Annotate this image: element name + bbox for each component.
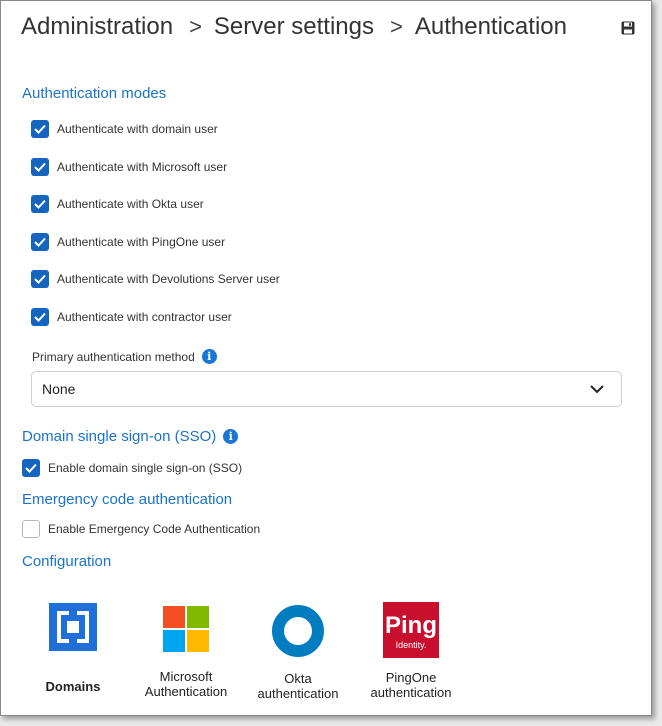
checkbox-checked[interactable] xyxy=(22,459,40,477)
tile-domains-label: Domains xyxy=(45,679,101,694)
auth-mode-row[interactable]: Authenticate with Devolutions Server use… xyxy=(31,270,280,289)
pingone-logo-sub: Identity. xyxy=(395,640,427,650)
checkbox-checked[interactable] xyxy=(31,308,49,326)
auth-mode-row[interactable]: Authenticate with PingOne user xyxy=(31,232,226,251)
tile-microsoft-label: Microsoft Authentication xyxy=(144,669,228,699)
primary-method-value: None xyxy=(42,381,76,397)
authentication-modes-title: Authentication modes xyxy=(22,85,167,102)
auth-mode-label: Authenticate with domain user xyxy=(57,122,218,136)
emergency-title: Emergency code authentication xyxy=(22,491,233,508)
chevron-down-icon xyxy=(590,385,604,394)
tile-okta[interactable]: Okta authentication xyxy=(243,605,353,701)
info-icon[interactable]: i xyxy=(223,429,239,444)
okta-icon xyxy=(272,605,324,657)
chevron-right-icon: > xyxy=(189,14,202,39)
auth-mode-label: Authenticate with PingOne user xyxy=(57,234,226,249)
primary-method-label-text: Primary authentication method xyxy=(32,349,195,364)
checkbox-checked[interactable] xyxy=(31,232,49,251)
microsoft-icon xyxy=(163,606,209,652)
tile-pingone[interactable]: Ping Identity. PingOne authentication xyxy=(356,602,466,700)
sso-title-text: Domain single sign-on (SSO) xyxy=(22,428,217,445)
domains-icon xyxy=(49,603,97,651)
sso-checkbox-row[interactable]: Enable domain single sign-on (SSO) xyxy=(22,459,242,477)
auth-mode-label: Authenticate with contractor user xyxy=(57,310,232,324)
auth-mode-label: Authenticate with Microsoft user xyxy=(57,159,228,174)
save-icon[interactable] xyxy=(621,21,635,35)
breadcrumb-administration[interactable]: Administration xyxy=(21,13,173,41)
sso-title: Domain single sign-on (SSO) i xyxy=(22,428,239,445)
auth-mode-row[interactable]: Authenticate with contractor user xyxy=(31,308,232,326)
sso-checkbox-label: Enable domain single sign-on (SSO) xyxy=(48,461,243,475)
emergency-checkbox-row[interactable]: Enable Emergency Code Authentication xyxy=(22,520,260,538)
checkbox-unchecked[interactable] xyxy=(22,520,40,538)
breadcrumb: Administration > Server settings > Authe… xyxy=(21,13,567,41)
checkbox-checked[interactable] xyxy=(31,120,49,138)
authentication-panel: Administration > Server settings > Authe… xyxy=(0,0,652,716)
configuration-title: Configuration xyxy=(22,553,112,570)
auth-mode-row[interactable]: Authenticate with Microsoft user xyxy=(31,157,228,176)
checkbox-checked[interactable] xyxy=(31,270,49,289)
checkbox-checked[interactable] xyxy=(31,195,49,214)
auth-mode-row[interactable]: Authenticate with domain user xyxy=(31,120,218,138)
tile-microsoft[interactable]: Microsoft Authentication xyxy=(131,606,241,699)
pingone-icon: Ping Identity. xyxy=(383,602,439,658)
tile-okta-label: Okta authentication xyxy=(257,671,339,701)
tile-pingone-label: PingOne authentication xyxy=(370,670,452,700)
breadcrumb-authentication: Authentication xyxy=(414,13,567,40)
auth-mode-row[interactable]: Authenticate with Okta user xyxy=(31,195,204,214)
chevron-right-icon: > xyxy=(390,14,403,39)
info-icon[interactable]: i xyxy=(201,349,217,364)
breadcrumb-server-settings[interactable]: Server settings xyxy=(214,13,374,41)
primary-method-select[interactable]: None xyxy=(31,371,622,407)
auth-mode-label: Authenticate with Devolutions Server use… xyxy=(57,272,280,287)
primary-method-label: Primary authentication method i xyxy=(32,349,217,364)
pingone-logo-text: Ping xyxy=(385,612,437,639)
tile-domains[interactable]: Domains xyxy=(18,603,128,694)
checkbox-checked[interactable] xyxy=(31,157,49,176)
auth-mode-label: Authenticate with Okta user xyxy=(57,197,204,212)
emergency-checkbox-label: Enable Emergency Code Authentication xyxy=(48,522,261,536)
